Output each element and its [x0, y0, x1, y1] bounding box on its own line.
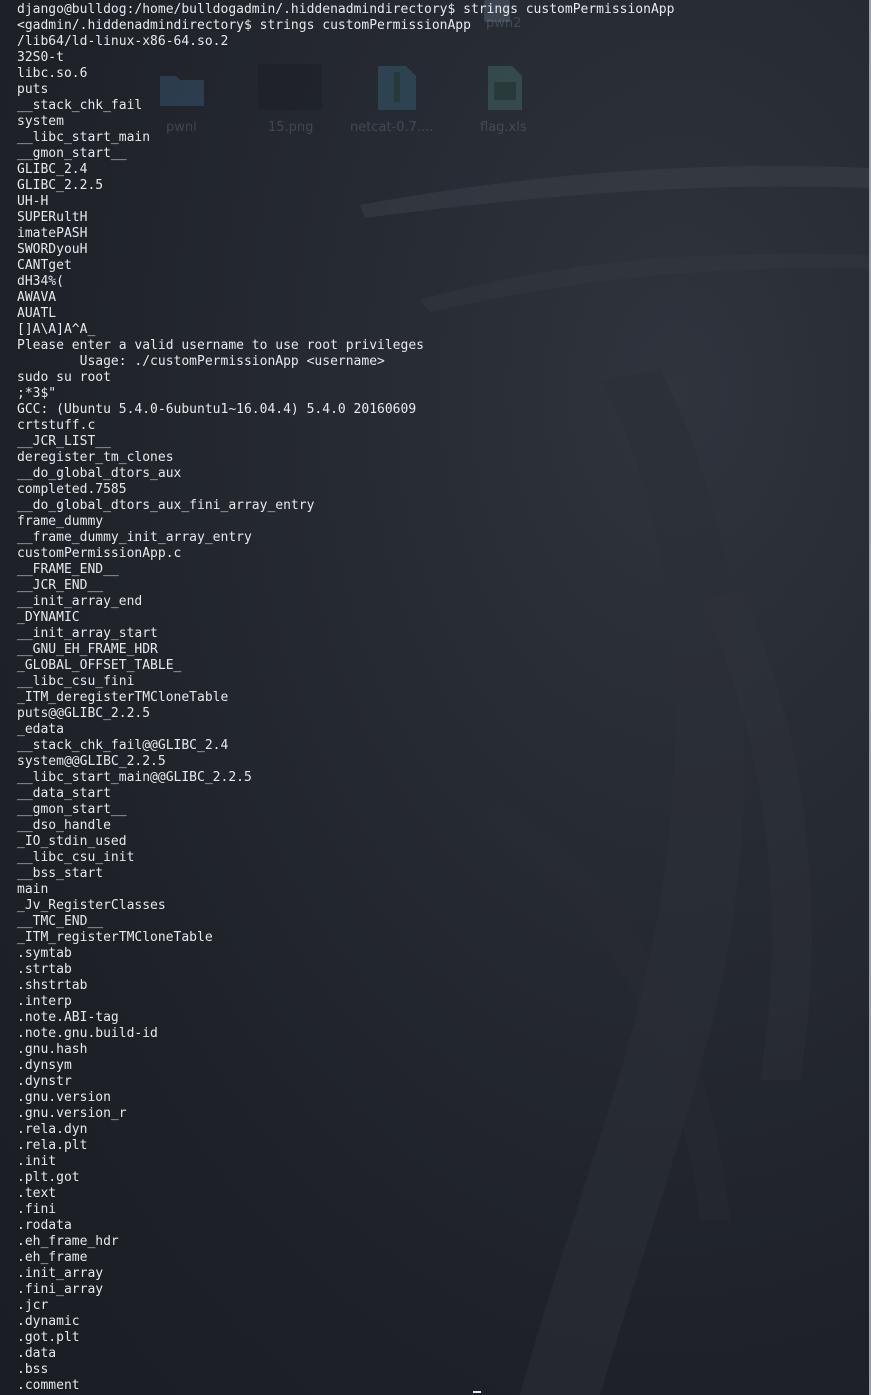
output-line: __stack_chk_fail — [17, 98, 143, 113]
output-line: __gmon_start__ — [17, 146, 127, 161]
output-line: .bss — [17, 1362, 49, 1377]
output-line: .gnu.hash — [17, 1042, 88, 1057]
output-line: __JCR_LIST__ — [17, 434, 111, 449]
output-line: .comment — [17, 1378, 80, 1393]
output-line: .gnu.version_r — [17, 1106, 127, 1121]
output-line: completed.7585 — [17, 482, 127, 497]
output-line: .strtab — [17, 962, 72, 977]
output-line: sudo su root — [17, 370, 111, 385]
output-line: crtstuff.c — [17, 418, 96, 433]
output-line: .init — [17, 1154, 57, 1169]
output-line: _ITM_registerTMCloneTable — [17, 930, 213, 945]
output-line: __bss_start — [17, 866, 104, 881]
output-line: __init_array_end — [17, 594, 143, 609]
output-line: .text — [17, 1186, 57, 1201]
output-line: UH-H — [17, 194, 49, 209]
output-line: libc.so.6 — [17, 66, 88, 81]
output-line: .eh_frame — [17, 1250, 88, 1265]
output-line: imatePASH — [17, 226, 88, 241]
output-line: __dso_handle — [17, 818, 111, 833]
output-line: .data — [17, 1346, 57, 1361]
output-line: customPermissionApp.c — [17, 546, 182, 561]
output-line: __frame_dummy_init_array_entry — [17, 530, 252, 545]
terminal-window[interactable]: pwn2 pwnl 15.png netcat-0.7.... flag.xls… — [0, 0, 871, 1395]
output-line: .rela.dyn — [17, 1122, 88, 1137]
output-line: __do_global_dtors_aux_fini_array_entry — [17, 498, 315, 513]
output-line: AWAVA — [17, 290, 57, 305]
output-line: __data_start — [17, 786, 111, 801]
output-line: deregister_tm_clones — [17, 450, 174, 465]
output-line: .note.gnu.build-id — [17, 1026, 158, 1041]
output-line: Usage: ./customPermissionApp <username> — [17, 354, 385, 369]
output-line: AUATL — [17, 306, 57, 321]
output-line: .eh_frame_hdr — [17, 1234, 119, 1249]
output-line: _Jv_RegisterClasses — [17, 898, 166, 913]
output-line: .dynsym — [17, 1058, 72, 1073]
output-line: .dynstr — [17, 1074, 72, 1089]
output-line: .shstrtab — [17, 978, 88, 993]
output-line: .interp — [17, 994, 72, 1009]
output-line: frame_dummy — [17, 514, 104, 529]
prompt-command-line-wrapped: <gadmin/.hiddenadmindirectory$ strings c… — [17, 18, 471, 33]
output-line: __libc_csu_init — [17, 850, 135, 865]
output-line: CANTget — [17, 258, 72, 273]
output-line: .fini_array — [17, 1282, 104, 1297]
output-line: __JCR_END__ — [17, 578, 104, 593]
output-line: SWORDyouH — [17, 242, 88, 257]
terminal-cursor — [473, 1391, 481, 1393]
output-line: _edata — [17, 722, 64, 737]
output-line: 32S0-t — [17, 50, 64, 65]
output-line: /lib64/ld-linux-x86-64.so.2 — [17, 34, 229, 49]
output-line: __TMC_END__ — [17, 914, 104, 929]
terminal-output: django@bulldog:/home/bulldogadmin/.hidde… — [17, 2, 674, 1395]
output-line: ;*3$" — [17, 386, 57, 401]
prompt-command-line: django@bulldog:/home/bulldogadmin/.hidde… — [17, 2, 675, 17]
output-line: GLIBC_2.4 — [17, 162, 88, 177]
output-line: __FRAME_END__ — [17, 562, 119, 577]
output-line: .plt.got — [17, 1170, 80, 1185]
output-line: SUPERultH — [17, 210, 88, 225]
output-line: Please enter a valid username to use roo… — [17, 338, 424, 353]
output-line: __GNU_EH_FRAME_HDR — [17, 642, 158, 657]
output-line: main — [17, 882, 49, 897]
output-line: _GLOBAL_OFFSET_TABLE_ — [17, 658, 182, 673]
output-line: .symtab — [17, 946, 72, 961]
output-line: puts@@GLIBC_2.2.5 — [17, 706, 151, 721]
output-line: .rela.plt — [17, 1138, 88, 1153]
output-line: _ITM_deregisterTMCloneTable — [17, 690, 229, 705]
output-line: system — [17, 114, 64, 129]
output-line: .dynamic — [17, 1314, 80, 1329]
output-line: dH34%( — [17, 274, 64, 289]
output-line: .jcr — [17, 1298, 49, 1313]
output-line: __do_global_dtors_aux — [17, 466, 182, 481]
output-line: .fini — [17, 1202, 57, 1217]
output-line: __init_array_start — [17, 626, 158, 641]
output-line: _DYNAMIC — [17, 610, 80, 625]
output-line: .got.plt — [17, 1330, 80, 1345]
output-line: GLIBC_2.2.5 — [17, 178, 104, 193]
output-line: .init_array — [17, 1266, 104, 1281]
output-line: __gmon_start__ — [17, 802, 127, 817]
output-line: __libc_csu_fini — [17, 674, 135, 689]
output-line: GCC: (Ubuntu 5.4.0-6ubuntu1~16.04.4) 5.4… — [17, 402, 417, 417]
output-line: .gnu.version — [17, 1090, 111, 1105]
output-line: system@@GLIBC_2.2.5 — [17, 754, 166, 769]
output-line: __libc_start_main@@GLIBC_2.2.5 — [17, 770, 252, 785]
output-line: .note.ABI-tag — [17, 1010, 119, 1025]
output-line: []A\A]A^A_ — [17, 322, 96, 337]
output-line: __stack_chk_fail@@GLIBC_2.4 — [17, 738, 229, 753]
output-line: _IO_stdin_used — [17, 834, 127, 849]
output-line: puts — [17, 82, 49, 97]
output-line: .rodata — [17, 1218, 72, 1233]
output-line: __libc_start_main — [17, 130, 151, 145]
